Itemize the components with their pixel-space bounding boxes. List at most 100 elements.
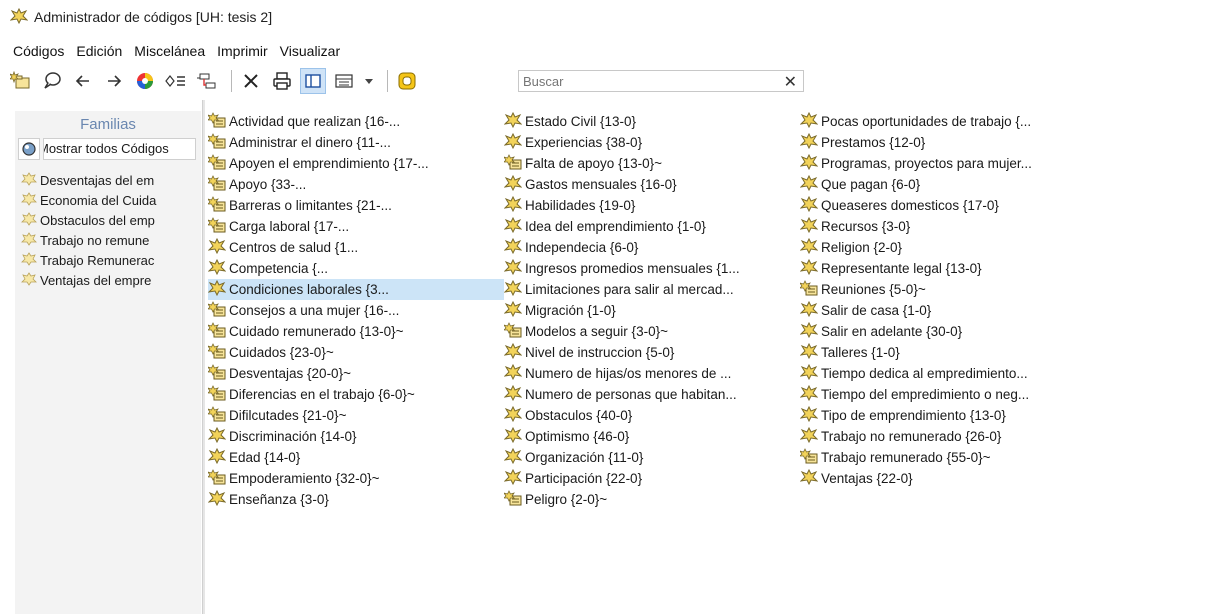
menu-visualizar[interactable]: Visualizar: [280, 43, 340, 59]
code-comment-icon: [208, 112, 226, 131]
code-label: Trabajo no remunerado {26-0}: [821, 429, 1002, 444]
code-item[interactable]: Condiciones laborales {3...: [208, 279, 504, 300]
code-item[interactable]: Nivel de instruccion {5-0}: [504, 342, 800, 363]
search-input[interactable]: [523, 73, 773, 89]
code-item[interactable]: Trabajo remunerado {55-0}~: [800, 447, 1160, 468]
tree-icon[interactable]: [194, 68, 220, 94]
search-toggle-icon[interactable]: [394, 68, 420, 94]
code-item[interactable]: Administrar el dinero {11-...: [208, 132, 504, 153]
code-label: Apoyen el emprendimiento {17-...: [229, 156, 429, 171]
list-view-icon[interactable]: [331, 68, 357, 94]
delete-icon[interactable]: [238, 68, 264, 94]
code-item[interactable]: Talleres {1-0}: [800, 342, 1160, 363]
family-icon: [21, 211, 37, 229]
code-item[interactable]: Barreras o limitantes {21-...: [208, 195, 504, 216]
menu-codigos[interactable]: Códigos: [13, 43, 64, 59]
code-item[interactable]: Competencia {...: [208, 258, 504, 279]
code-icon: [800, 405, 819, 425]
code-item[interactable]: Programas, proyectos para mujer...: [800, 153, 1160, 174]
code-item[interactable]: Reuniones {5-0}~: [800, 279, 1160, 300]
code-item[interactable]: Optimismo {46-0}: [504, 426, 800, 447]
code-label: Modelos a seguir {3-0}~: [525, 324, 668, 339]
color-wheel-icon[interactable]: [132, 68, 158, 94]
back-arrow-icon[interactable]: [70, 68, 96, 94]
code-item[interactable]: Idea del emprendimiento {1-0}: [504, 216, 800, 237]
code-icon: [800, 195, 819, 215]
show-all-icon[interactable]: [18, 138, 40, 160]
code-item[interactable]: Falta de apoyo {13-0}~: [504, 153, 800, 174]
single-pane-icon[interactable]: [300, 68, 326, 94]
code-comment-icon: [208, 385, 226, 404]
code-item[interactable]: Consejos a una mujer {16-...: [208, 300, 504, 321]
code-item[interactable]: Obstaculos {40-0}: [504, 405, 800, 426]
code-item[interactable]: Edad {14-0}: [208, 447, 504, 468]
family-item[interactable]: Obstaculos del emp: [21, 210, 197, 230]
code-item[interactable]: Experiencias {38-0}: [504, 132, 800, 153]
code-item[interactable]: Migración {1-0}: [504, 300, 800, 321]
code-item[interactable]: Religion {2-0}: [800, 237, 1160, 258]
code-item[interactable]: Participación {22-0}: [504, 468, 800, 489]
family-item[interactable]: Trabajo Remunerac: [21, 250, 197, 270]
code-item[interactable]: Representante legal {13-0}: [800, 258, 1160, 279]
code-item[interactable]: Cuidados {23-0}~: [208, 342, 504, 363]
code-item[interactable]: Habilidades {19-0}: [504, 195, 800, 216]
family-icon: [21, 271, 37, 289]
code-item[interactable]: Tiempo del empredimiento o neg...: [800, 384, 1160, 405]
code-item[interactable]: Ingresos promedios mensuales {1...: [504, 258, 800, 279]
code-item[interactable]: Prestamos {12-0}: [800, 132, 1160, 153]
comment-icon[interactable]: [39, 68, 65, 94]
panel-splitter[interactable]: [202, 100, 205, 614]
code-item[interactable]: Discriminación {14-0}: [208, 426, 504, 447]
code-icon: [208, 279, 227, 299]
code-item[interactable]: Estado Civil {13-0}: [504, 111, 800, 132]
filter-icon[interactable]: [163, 68, 189, 94]
menu-edicion[interactable]: Edición: [76, 43, 122, 59]
menu-miscelanea[interactable]: Miscelánea: [134, 43, 205, 59]
code-item[interactable]: Gastos mensuales {16-0}: [504, 174, 800, 195]
clear-search-icon[interactable]: ✕: [784, 72, 797, 92]
code-item[interactable]: Pocas oportunidades de trabajo {...: [800, 111, 1160, 132]
code-item[interactable]: Apoyo {33-...: [208, 174, 504, 195]
code-item[interactable]: Carga laboral {17-...: [208, 216, 504, 237]
code-item[interactable]: Trabajo no remunerado {26-0}: [800, 426, 1160, 447]
code-item[interactable]: Ventajas {22-0}: [800, 468, 1160, 489]
code-item[interactable]: Peligro {2-0}~: [504, 489, 800, 510]
code-item[interactable]: Actividad que realizan {16-...: [208, 111, 504, 132]
code-item[interactable]: Numero de hijas/os menores de ...: [504, 363, 800, 384]
code-label: Estado Civil {13-0}: [525, 114, 637, 129]
family-item[interactable]: Desventajas del em: [21, 170, 197, 190]
code-item[interactable]: Tipo de emprendimiento {13-0}: [800, 405, 1160, 426]
code-item[interactable]: Centros de salud {1...: [208, 237, 504, 258]
code-item[interactable]: Empoderamiento {32-0}~: [208, 468, 504, 489]
print-icon[interactable]: [269, 68, 295, 94]
code-comment-icon: [208, 196, 226, 215]
code-item[interactable]: Desventajas {20-0}~: [208, 363, 504, 384]
code-item[interactable]: Queaseres domesticos {17-0}: [800, 195, 1160, 216]
code-item[interactable]: Apoyen el emprendimiento {17-...: [208, 153, 504, 174]
code-item[interactable]: Salir de casa {1-0}: [800, 300, 1160, 321]
code-item[interactable]: Tiempo dedica al empredimiento...: [800, 363, 1160, 384]
forward-arrow-icon[interactable]: [101, 68, 127, 94]
code-item[interactable]: Salir en adelante {30-0}: [800, 321, 1160, 342]
code-item[interactable]: Limitaciones para salir al mercad...: [504, 279, 800, 300]
code-item[interactable]: Independecia {6-0}: [504, 237, 800, 258]
dropdown-icon[interactable]: [362, 68, 376, 94]
menu-imprimir[interactable]: Imprimir: [217, 43, 268, 59]
code-item[interactable]: Modelos a seguir {3-0}~: [504, 321, 800, 342]
code-comment-icon: [208, 175, 226, 194]
code-item[interactable]: Enseñanza {3-0}: [208, 489, 504, 510]
code-item[interactable]: Recursos {3-0}: [800, 216, 1160, 237]
new-code-icon[interactable]: [8, 68, 34, 94]
code-label: Independecia {6-0}: [525, 240, 639, 255]
family-item[interactable]: Economia del Cuida: [21, 190, 197, 210]
family-item[interactable]: Trabajo no remune: [21, 230, 197, 250]
code-label: Desventajas {20-0}~: [229, 366, 351, 381]
code-item[interactable]: Diferencias en el trabajo {6-0}~: [208, 384, 504, 405]
family-item[interactable]: Ventajas del empre: [21, 270, 197, 290]
code-item[interactable]: Cuidado remunerado {13-0}~: [208, 321, 504, 342]
code-item[interactable]: Que pagan {6-0}: [800, 174, 1160, 195]
code-item[interactable]: Organización {11-0}: [504, 447, 800, 468]
show-all-codes-button[interactable]: Mostrar todos Códigos: [43, 138, 196, 160]
code-item[interactable]: Difilcutades {21-0}~: [208, 405, 504, 426]
code-item[interactable]: Numero de personas que habitan...: [504, 384, 800, 405]
